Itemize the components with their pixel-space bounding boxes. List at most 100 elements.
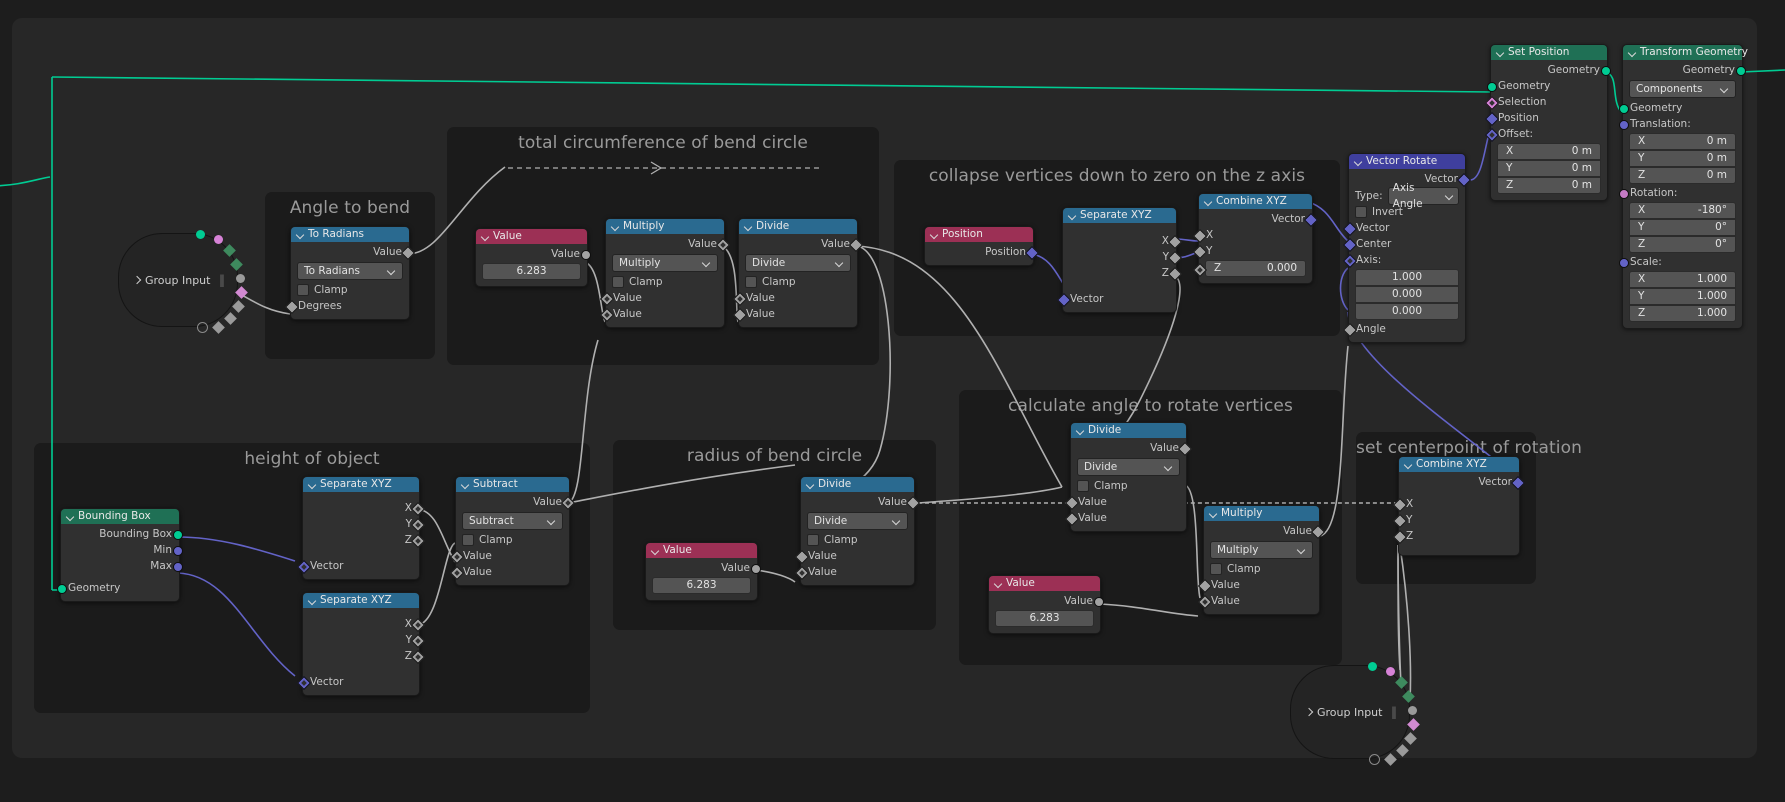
output-socket-min[interactable] (173, 546, 183, 556)
clamp-checkbox-row[interactable]: Clamp (739, 274, 857, 290)
group-input-handle[interactable]: ‖ (219, 273, 226, 287)
chevron-down-icon[interactable] (611, 222, 620, 231)
node-value-radius[interactable]: Value Value 6.283 (645, 542, 761, 601)
operation-dropdown[interactable]: Multiply (1210, 541, 1313, 559)
node-header[interactable]: Separate XYZ (1063, 208, 1176, 223)
node-header[interactable]: Value (476, 229, 587, 244)
operation-dropdown[interactable]: Subtract (462, 512, 563, 530)
clamp-checkbox-row[interactable]: Clamp (1204, 561, 1319, 577)
node-set-position[interactable]: Set Position Geometry Geometry Selection… (1484, 44, 1611, 201)
checkbox[interactable] (297, 284, 309, 296)
checkbox[interactable] (612, 276, 624, 288)
group-output-socket-geometry[interactable] (1368, 662, 1377, 671)
chevron-down-icon[interactable] (1076, 426, 1085, 435)
input-socket-geometry[interactable] (1619, 104, 1629, 114)
translation-x-field[interactable]: X 0 m (1629, 133, 1736, 150)
checkbox[interactable] (1210, 563, 1222, 575)
node-header[interactable]: Combine XYZ (1199, 194, 1312, 209)
rotation-y-field[interactable]: Y 0° (1629, 219, 1736, 236)
translation-y-field[interactable]: Y 0 m (1629, 150, 1736, 167)
node-vector-rotate[interactable]: Vector Rotate Vector Type: Axis Angle In… (1342, 153, 1472, 343)
input-socket-translation[interactable] (1619, 120, 1629, 130)
output-socket-value[interactable] (1094, 597, 1104, 607)
chevron-down-icon[interactable] (806, 480, 815, 489)
output-socket-geometry[interactable] (1601, 66, 1611, 76)
node-header[interactable]: Divide (739, 219, 857, 234)
node-divide-radius[interactable]: Divide Value Divide Clamp Value Value (794, 476, 921, 586)
scale-y-field[interactable]: Y 1.000 (1629, 288, 1736, 305)
node-combine-xyz-center[interactable]: Combine XYZ Vector X Y Z (1392, 456, 1526, 556)
group-output-socket-c[interactable] (1408, 706, 1417, 715)
output-socket-max[interactable] (173, 562, 183, 572)
group-output-socket-selection[interactable] (1386, 667, 1395, 676)
axis-y-field[interactable]: 0.000 (1355, 286, 1459, 303)
group-output-socket-new[interactable] (1369, 754, 1380, 765)
node-header[interactable]: Multiply (1204, 506, 1319, 521)
node-header[interactable]: Bounding Box (61, 509, 179, 524)
node-editor-canvas[interactable]: total circumference of bend circle Angle… (0, 0, 1785, 802)
axis-z-field[interactable]: 0.000 (1355, 303, 1459, 320)
operation-dropdown[interactable]: To Radians (297, 262, 403, 280)
rotation-x-field[interactable]: X -180° (1629, 202, 1736, 219)
chevron-down-icon[interactable] (744, 222, 753, 231)
mode-dropdown[interactable]: Components (1629, 80, 1736, 98)
operation-dropdown[interactable]: Divide (807, 512, 908, 530)
chevron-down-icon[interactable] (1496, 48, 1505, 57)
group-input-node-left[interactable]: Group Input ‖ (118, 230, 248, 334)
node-header[interactable]: Divide (801, 477, 914, 492)
chevron-down-icon[interactable] (1068, 211, 1077, 220)
input-socket-scale[interactable] (1619, 258, 1629, 268)
chevron-down-icon[interactable] (994, 579, 1003, 588)
checkbox[interactable] (1355, 206, 1367, 218)
value-field[interactable]: 6.283 (482, 263, 581, 280)
node-to-radians[interactable]: To Radians Value To Radians Clamp Degree… (284, 226, 416, 320)
node-multiply-angle[interactable]: Multiply Value Multiply Clamp Value Valu… (1197, 505, 1326, 615)
checkbox[interactable] (1077, 480, 1089, 492)
node-position[interactable]: Position Position (924, 226, 1040, 266)
node-separate-xyz-collapse[interactable]: Separate XYZ X Y Z Vector (1056, 207, 1183, 313)
chevron-down-icon[interactable] (1204, 197, 1213, 206)
rotation-z-field[interactable]: Z 0° (1629, 236, 1736, 253)
group-output-socket-selection[interactable] (214, 235, 223, 244)
operation-dropdown[interactable]: Divide (745, 254, 851, 272)
clamp-checkbox-row[interactable]: Clamp (801, 532, 914, 548)
node-header[interactable]: Position (925, 227, 1033, 242)
node-header[interactable]: Transform Geometry (1623, 45, 1748, 60)
node-header[interactable]: Multiply (606, 219, 724, 234)
node-header[interactable]: Value (646, 543, 757, 558)
node-divide-angle[interactable]: Divide Value Divide Clamp Value Value (1064, 422, 1193, 532)
chevron-down-icon[interactable] (651, 546, 660, 555)
node-header[interactable]: Divide (1071, 423, 1186, 438)
chevron-down-icon[interactable] (66, 512, 75, 521)
node-subtract[interactable]: Subtract Value Subtract Clamp Value Valu… (449, 476, 576, 586)
input-socket-rotation[interactable] (1619, 189, 1629, 199)
value-field[interactable]: 6.283 (652, 577, 751, 594)
group-output-socket-new[interactable] (197, 322, 208, 333)
clamp-checkbox-row[interactable]: Clamp (606, 274, 724, 290)
offset-z-field[interactable]: Z 0 m (1497, 177, 1601, 194)
operation-dropdown[interactable]: Multiply (612, 254, 718, 272)
node-header[interactable]: To Radians (291, 227, 409, 242)
node-value-circumference[interactable]: Value Value 6.283 (475, 228, 591, 287)
offset-x-field[interactable]: X 0 m (1497, 143, 1601, 160)
node-combine-xyz-collapse[interactable]: Combine XYZ Vector X Y Z 0.000 (1192, 193, 1319, 284)
output-socket-value[interactable] (751, 564, 761, 574)
clamp-checkbox-row[interactable]: Clamp (291, 282, 409, 298)
chevron-down-icon[interactable] (481, 232, 490, 241)
group-input-node-right[interactable]: Group Input ‖ (1290, 662, 1420, 766)
value-field[interactable]: 6.283 (995, 610, 1094, 627)
chevron-down-icon[interactable] (461, 480, 470, 489)
node-divide-circumference[interactable]: Divide Value Divide Clamp Value Value (732, 218, 864, 328)
output-socket-value[interactable] (581, 250, 591, 260)
chevron-down-icon[interactable] (296, 230, 305, 239)
chevron-down-icon[interactable] (1354, 157, 1363, 166)
checkbox[interactable] (462, 534, 474, 546)
node-header[interactable]: Value (989, 576, 1100, 591)
checkbox[interactable] (807, 534, 819, 546)
node-header[interactable]: Separate XYZ (303, 477, 419, 492)
group-output-socket-c[interactable] (236, 274, 245, 283)
clamp-checkbox-row[interactable]: Clamp (1071, 478, 1186, 494)
node-multiply-circumference[interactable]: Multiply Value Multiply Clamp Value Valu… (599, 218, 731, 328)
operation-dropdown[interactable]: Divide (1077, 458, 1180, 476)
group-output-socket-geometry[interactable] (196, 230, 205, 239)
